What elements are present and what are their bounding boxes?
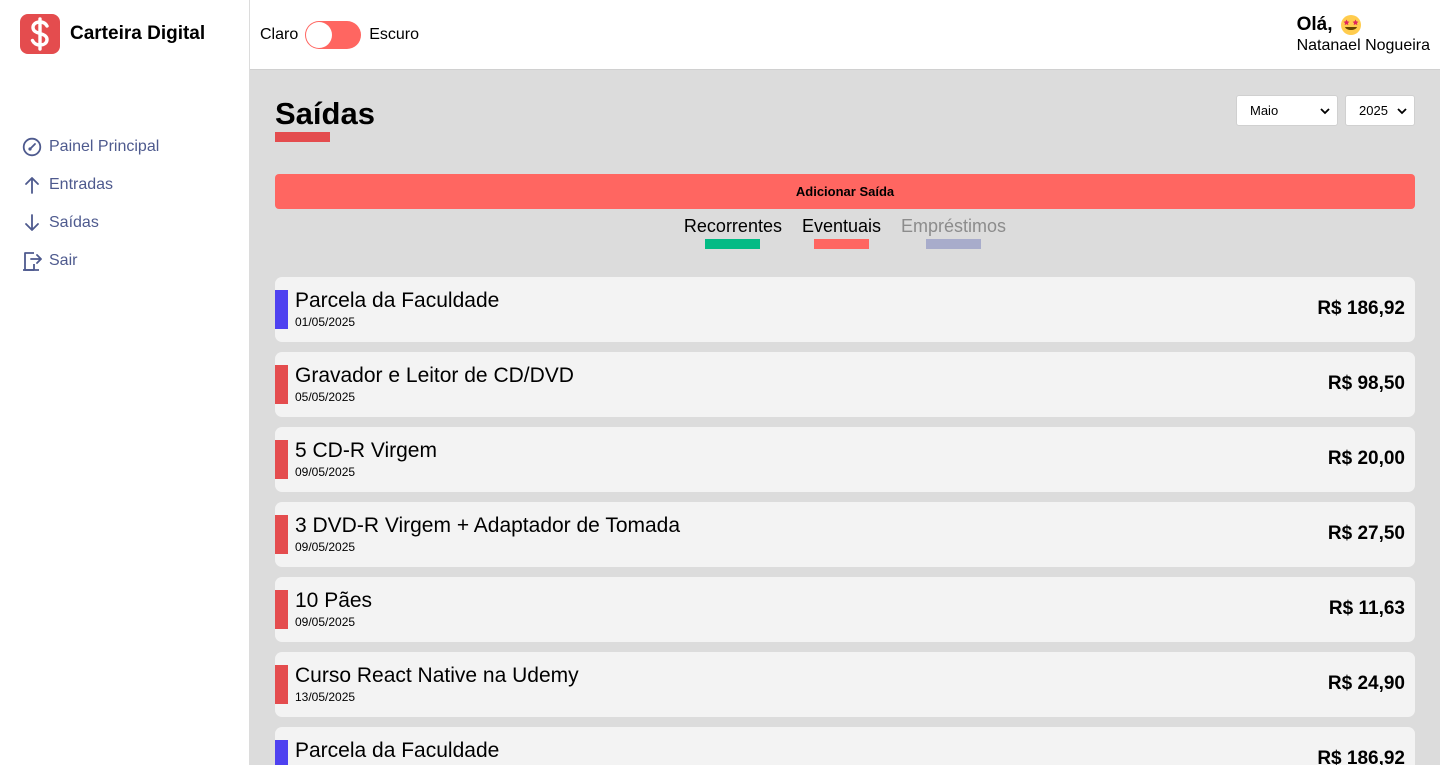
filter-label: Empréstimos bbox=[901, 216, 1007, 236]
entry-amount: R$ 20,00 bbox=[1327, 448, 1405, 469]
user-name: Natanael Nogueira bbox=[1296, 37, 1430, 54]
entry-tag bbox=[275, 365, 288, 404]
filter-recorrentes[interactable]: Recorrentes bbox=[684, 216, 782, 249]
sidebar-item-saidas[interactable]: Saídas bbox=[20, 204, 159, 242]
list-item[interactable]: 3 DVD-R Virgem + Adaptador de Tomada 09/… bbox=[275, 502, 1415, 567]
entry-description: Gravador e Leitor de CD/DVD bbox=[295, 364, 574, 387]
theme-light-label: Claro bbox=[260, 26, 299, 43]
sidebar-menu: Painel Principal Entradas Saídas Sair bbox=[20, 128, 159, 280]
page-title: Saídas bbox=[275, 96, 375, 131]
filter-indicator bbox=[705, 239, 761, 249]
title-underline bbox=[275, 132, 330, 142]
entry-tag bbox=[275, 515, 288, 554]
entry-description: Parcela da Faculdade bbox=[295, 289, 500, 312]
entry-amount: R$ 27,50 bbox=[1327, 523, 1405, 544]
list-item[interactable]: 10 Pães 09/05/2025 R$ 11,63 bbox=[275, 577, 1415, 642]
sidebar-item-label: Sair bbox=[49, 252, 78, 269]
entry-date: 13/05/2025 bbox=[295, 690, 356, 704]
entry-tag bbox=[275, 740, 288, 765]
user-profile: Olá, Natanael Nogueira bbox=[1297, 14, 1430, 55]
entry-amount: R$ 186,92 bbox=[1317, 748, 1405, 765]
sidebar-item-label: Entradas bbox=[49, 176, 114, 193]
greeting: Olá, bbox=[1297, 14, 1430, 36]
filter-indicator bbox=[926, 239, 982, 249]
filter-label: Eventuais bbox=[801, 216, 882, 236]
dashboard-gauge-icon bbox=[20, 135, 44, 159]
entry-date: 01/05/2025 bbox=[295, 315, 356, 329]
entry-amount: R$ 11,63 bbox=[1328, 598, 1405, 619]
chevron-down-icon bbox=[1396, 105, 1408, 120]
sidebar-item-sair[interactable]: Sair bbox=[20, 242, 159, 280]
entry-description: 3 DVD-R Virgem + Adaptador de Tomada bbox=[295, 514, 681, 537]
month-select-value: Maio bbox=[1250, 103, 1279, 118]
main-content: Saídas Maio 2025 Adicionar Saída Recorre… bbox=[250, 70, 1440, 765]
brand-name: Carteira Digital bbox=[70, 23, 206, 44]
expense-list: Parcela da Faculdade 01/05/2025 R$ 186,9… bbox=[275, 277, 1415, 765]
filter-emprestimos[interactable]: Empréstimos bbox=[901, 216, 1006, 249]
sidebar: Carteira Digital Painel Principal Entrad… bbox=[0, 0, 250, 765]
dollar-sign-icon bbox=[20, 14, 60, 54]
list-item[interactable]: 5 CD-R Virgem 09/05/2025 R$ 20,00 bbox=[275, 427, 1415, 492]
entry-tag bbox=[275, 290, 288, 329]
topbar: Claro Escuro Olá, Natanael Nogueira bbox=[250, 0, 1440, 70]
list-item[interactable]: Parcela da Faculdade 01/05/2025 R$ 186,9… bbox=[275, 277, 1415, 342]
entry-date: 05/05/2025 bbox=[295, 390, 356, 404]
add-expense-button[interactable]: Adicionar Saída bbox=[275, 174, 1415, 209]
theme-toggle[interactable] bbox=[305, 21, 362, 49]
year-select-value: 2025 bbox=[1359, 103, 1388, 118]
sidebar-item-label: Painel Principal bbox=[49, 138, 160, 155]
sidebar-item-entradas[interactable]: Entradas bbox=[20, 166, 159, 204]
arrow-up-icon bbox=[20, 173, 44, 197]
year-select[interactable]: 2025 bbox=[1345, 95, 1415, 126]
list-item[interactable]: Curso React Native na Udemy 13/05/2025 R… bbox=[275, 652, 1415, 717]
entry-amount: R$ 24,90 bbox=[1327, 673, 1405, 694]
entry-tag bbox=[275, 665, 288, 704]
filter-eventuais[interactable]: Eventuais bbox=[802, 216, 881, 249]
entry-description: Parcela da Faculdade bbox=[295, 739, 500, 762]
sidebar-item-label: Saídas bbox=[49, 214, 99, 231]
entry-amount: R$ 98,50 bbox=[1327, 373, 1405, 394]
exit-door-icon bbox=[20, 249, 44, 273]
list-item[interactable]: Parcela da Faculdade R$ 186,92 bbox=[275, 727, 1415, 765]
brand[interactable]: Carteira Digital bbox=[20, 14, 205, 54]
theme-dark-label: Escuro bbox=[369, 26, 420, 43]
entry-description: Curso React Native na Udemy bbox=[295, 664, 579, 687]
toggle-knob bbox=[306, 22, 333, 48]
entry-date: 09/05/2025 bbox=[295, 540, 356, 554]
filter-group: Recorrentes Eventuais Empréstimos bbox=[250, 216, 1440, 249]
entry-description: 5 CD-R Virgem bbox=[295, 439, 437, 462]
chevron-down-icon bbox=[1319, 105, 1331, 120]
entry-date: 09/05/2025 bbox=[295, 615, 356, 629]
list-item[interactable]: Gravador e Leitor de CD/DVD 05/05/2025 R… bbox=[275, 352, 1415, 417]
sidebar-item-painel-principal[interactable]: Painel Principal bbox=[20, 128, 159, 166]
theme-toggle-group: Claro Escuro bbox=[260, 21, 419, 49]
greeting-text: Olá, bbox=[1296, 14, 1333, 35]
filter-label: Recorrentes bbox=[683, 216, 782, 236]
arrow-down-icon bbox=[20, 211, 44, 235]
entry-tag bbox=[275, 590, 288, 629]
entry-amount: R$ 186,92 bbox=[1317, 298, 1405, 319]
month-select[interactable]: Maio bbox=[1236, 95, 1338, 126]
filter-indicator bbox=[814, 239, 869, 249]
entry-description: 10 Pães bbox=[295, 589, 373, 612]
entry-date: 09/05/2025 bbox=[295, 465, 356, 479]
star-struck-emoji-icon bbox=[1340, 14, 1362, 36]
entry-tag bbox=[275, 440, 288, 479]
